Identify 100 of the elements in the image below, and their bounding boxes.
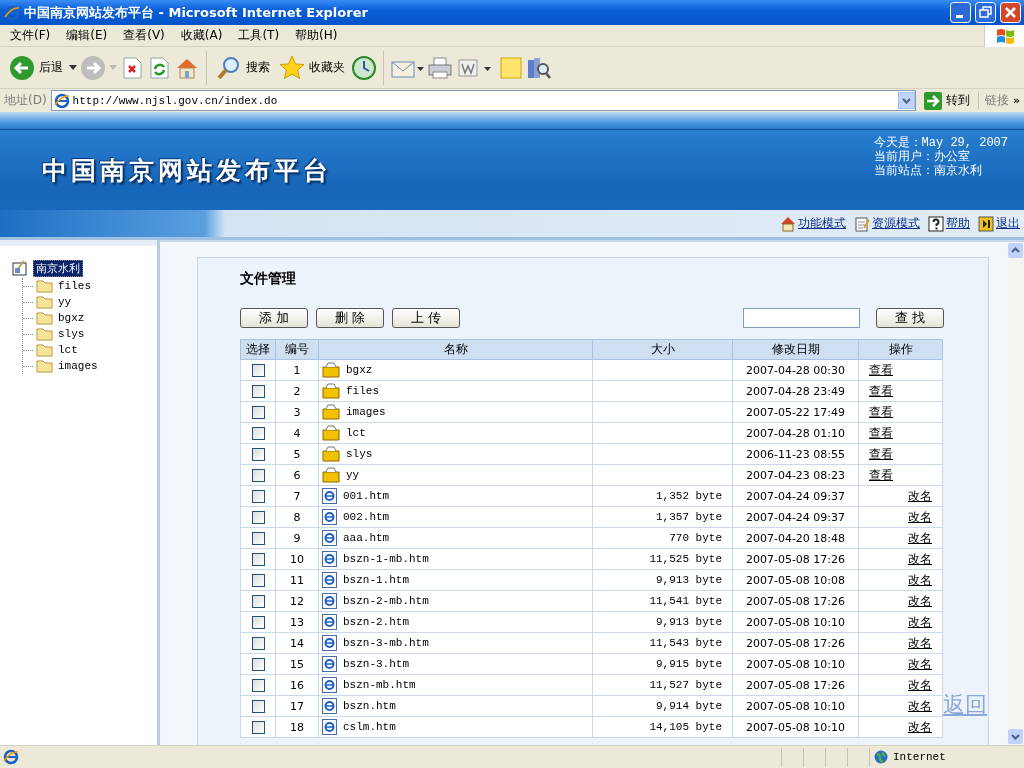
view-link[interactable]: 查看: [869, 383, 893, 398]
view-link[interactable]: 查看: [869, 404, 893, 419]
checkbox[interactable]: [251, 573, 265, 587]
search-field[interactable]: [743, 308, 860, 328]
table-cell: 16: [275, 674, 319, 696]
rename-link[interactable]: 改名: [908, 719, 932, 734]
menu-item[interactable]: 收藏(A): [174, 27, 229, 44]
printer-icon[interactable]: [427, 55, 453, 80]
table-cell: 6: [275, 464, 319, 486]
rename-link[interactable]: 改名: [908, 614, 932, 629]
tree-item[interactable]: images: [56, 360, 100, 372]
menu-item[interactable]: 工具(T): [232, 27, 286, 44]
star-icon: [279, 54, 305, 81]
checkbox[interactable]: [251, 720, 265, 734]
dropdown-button[interactable]: [897, 92, 915, 109]
checkbox[interactable]: [251, 489, 265, 503]
web-page-icon: [322, 488, 337, 504]
research-icon[interactable]: [526, 55, 552, 80]
back-button[interactable]: 后退: [6, 52, 66, 83]
scroll-up-button[interactable]: [1007, 242, 1024, 259]
tree-item[interactable]: 南京水利: [33, 259, 83, 277]
view-link[interactable]: 查看: [869, 362, 893, 377]
file-name: files: [346, 385, 379, 397]
links-button[interactable]: 链接: [977, 92, 1009, 109]
table-cell: 11,525 byte: [592, 548, 733, 570]
rename-link[interactable]: 改名: [908, 593, 932, 608]
rename-link[interactable]: 改名: [908, 509, 932, 524]
tree-item[interactable]: bgxz: [56, 312, 87, 324]
action-button[interactable]: 添 加: [240, 308, 308, 328]
file-name: cslm.htm: [343, 721, 396, 733]
search-button[interactable]: 搜索: [213, 52, 273, 83]
nav-link[interactable]: 退出: [978, 215, 1020, 232]
tree-item[interactable]: yy: [56, 296, 74, 308]
more-button[interactable]: »: [1012, 94, 1020, 107]
column-header: 操作: [858, 339, 943, 360]
favorites-button[interactable]: 收藏夹: [276, 52, 348, 83]
file-name: yy: [346, 469, 360, 481]
rename-link[interactable]: 改名: [908, 572, 932, 587]
view-link[interactable]: 查看: [869, 425, 893, 440]
file-name: bgxz: [346, 364, 373, 376]
rename-link[interactable]: 改名: [908, 677, 932, 692]
checkbox[interactable]: [251, 510, 265, 524]
checkbox[interactable]: [251, 594, 265, 608]
table-cell: 11: [275, 569, 319, 591]
checkbox[interactable]: [251, 636, 265, 650]
view-link[interactable]: 查看: [869, 446, 893, 461]
file-name: bszn-3-mb.htm: [343, 637, 429, 649]
nav-link[interactable]: 帮助: [928, 215, 970, 232]
go-button[interactable]: 转到: [919, 91, 974, 110]
file-name: aaa.htm: [343, 532, 390, 544]
tree-item[interactable]: slys: [56, 328, 87, 340]
menu-item[interactable]: 查看(V): [117, 27, 171, 44]
table-cell: 14,105 byte: [592, 716, 733, 738]
action-button[interactable]: 上 传: [392, 308, 460, 328]
table-cell: 2007-05-08 10:08: [732, 569, 859, 591]
checkbox[interactable]: [251, 363, 265, 377]
minimize-button[interactable]: [950, 2, 971, 23]
rename-link[interactable]: 改名: [908, 488, 932, 503]
checkbox[interactable]: [251, 552, 265, 566]
dropdown-caret-icon[interactable]: [69, 65, 77, 70]
rename-link[interactable]: 改名: [908, 698, 932, 713]
menu-item[interactable]: 编辑(E): [60, 27, 114, 44]
rename-link[interactable]: 改名: [908, 530, 932, 545]
table-cell: 15: [275, 653, 319, 675]
menu-item[interactable]: 帮助(H): [289, 27, 344, 44]
tree-item[interactable]: files: [56, 280, 93, 292]
history-icon[interactable]: [351, 54, 377, 81]
checkbox[interactable]: [251, 531, 265, 545]
table-cell: 1: [275, 359, 319, 381]
question-icon: [928, 215, 944, 232]
checkbox[interactable]: [251, 426, 265, 440]
scroll-down-button[interactable]: [1007, 728, 1024, 745]
table-cell: 2007-04-28 01:10: [732, 422, 859, 444]
action-button[interactable]: 删 除: [316, 308, 384, 328]
stop-icon[interactable]: [120, 55, 144, 80]
checkbox[interactable]: [251, 384, 265, 398]
checkbox[interactable]: [251, 657, 265, 671]
table-cell: 8: [275, 506, 319, 528]
view-link[interactable]: 查看: [869, 467, 893, 482]
address-field[interactable]: http://www.njsl.gov.cn/index.do: [50, 90, 916, 111]
rename-link[interactable]: 改名: [908, 656, 932, 671]
nav-link[interactable]: 资源模式: [854, 215, 920, 232]
checkbox[interactable]: [251, 615, 265, 629]
restore-button[interactable]: [975, 2, 996, 23]
tree-item[interactable]: lct: [56, 344, 80, 356]
rename-link[interactable]: 改名: [908, 551, 932, 566]
close-button[interactable]: [1000, 2, 1021, 23]
search-button[interactable]: 查 找: [876, 308, 944, 328]
checkbox[interactable]: [251, 447, 265, 461]
checkbox[interactable]: [251, 468, 265, 482]
nav-link[interactable]: 功能模式: [780, 215, 846, 232]
checkbox[interactable]: [251, 699, 265, 713]
file-name: bszn-2.htm: [343, 616, 409, 628]
rename-link[interactable]: 改名: [908, 635, 932, 650]
menu-item[interactable]: 文件(F): [4, 27, 57, 44]
table-cell: 9,914 byte: [592, 695, 733, 717]
refresh-icon[interactable]: [147, 55, 171, 80]
web-page-icon: [322, 635, 337, 651]
checkbox[interactable]: [251, 405, 265, 419]
checkbox[interactable]: [251, 678, 265, 692]
